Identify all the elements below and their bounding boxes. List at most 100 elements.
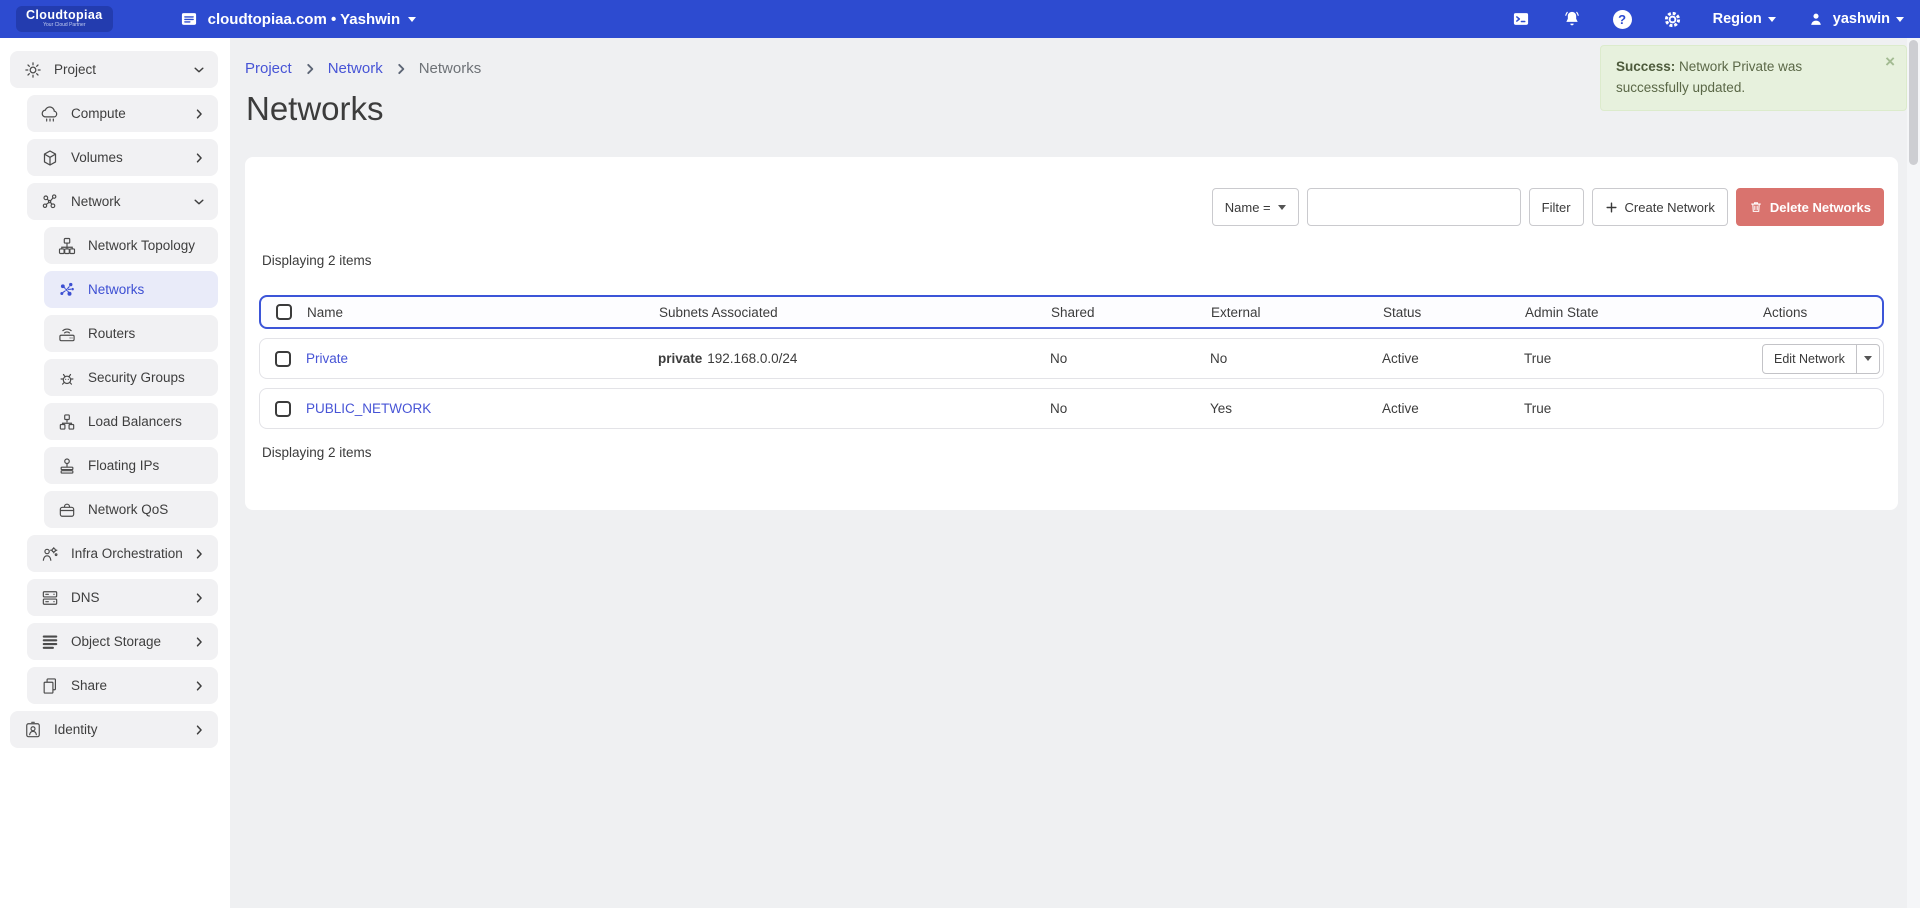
sidebar-item-label: Floating IPs — [88, 458, 206, 473]
sidebar-item-network[interactable]: Network — [27, 183, 218, 220]
create-network-label: Create Network — [1625, 200, 1715, 215]
chevron-down-icon — [1864, 356, 1872, 365]
plus-icon — [1605, 201, 1618, 214]
sidebar-item-project[interactable]: Project — [10, 51, 218, 88]
sidebar-item-compute[interactable]: Compute — [27, 95, 218, 132]
sidebar-item-identity[interactable]: Identity — [10, 711, 218, 748]
delete-networks-button[interactable]: Delete Networks — [1736, 188, 1884, 226]
chevron-down-icon — [408, 17, 416, 26]
column-header-actions: Actions — [1763, 305, 1882, 320]
row-checkbox[interactable] — [275, 401, 291, 417]
table-row: Private private192.168.0.0/24 No No Acti… — [259, 338, 1884, 379]
subnet-name: private — [658, 351, 702, 366]
chevron-right-icon — [192, 151, 206, 165]
column-header-name: Name — [307, 305, 659, 320]
column-header-status: Status — [1383, 305, 1525, 320]
scrollbar-thumb[interactable] — [1909, 40, 1918, 165]
alert-title: Success: — [1616, 59, 1675, 74]
stacked-bars-icon — [40, 632, 60, 652]
column-header-shared: Shared — [1051, 305, 1211, 320]
sidebar-item-routers[interactable]: Routers — [44, 315, 218, 352]
chevron-down-icon — [192, 63, 206, 77]
user-menu[interactable]: yashwin — [1806, 9, 1904, 30]
sidebar-item-label: Compute — [71, 106, 192, 121]
table-row: PUBLIC_NETWORK No Yes Active True — [259, 388, 1884, 429]
close-icon[interactable]: × — [1885, 53, 1895, 70]
filter-search-input[interactable] — [1307, 188, 1521, 226]
console-icon[interactable] — [1511, 9, 1532, 30]
sidebar-item-label: Project — [54, 62, 192, 77]
cell-external: Yes — [1210, 401, 1382, 416]
success-alert: Success: Network Private was successfull… — [1600, 45, 1907, 111]
brand-tagline: Your Cloud Partner — [26, 23, 103, 29]
sidebar-item-label: Share — [71, 678, 192, 693]
main-content: Success: Network Private was successfull… — [230, 38, 1920, 908]
cell-shared: No — [1050, 351, 1210, 366]
user-icon — [1806, 9, 1827, 30]
breadcrumb-network[interactable]: Network — [328, 60, 383, 77]
filter-button[interactable]: Filter — [1529, 188, 1584, 226]
sidebar-item-security-groups[interactable]: Security Groups — [44, 359, 218, 396]
topbar: Cloudtopiaa Your Cloud Partner cloudtopi… — [0, 0, 1920, 38]
floating-ip-icon — [57, 456, 77, 476]
sidebar-item-label: Volumes — [71, 150, 192, 165]
chevron-right-icon — [192, 591, 206, 605]
server-dns-icon — [40, 588, 60, 608]
table-toolbar: Name = Filter Create Network Delete Netw… — [259, 188, 1884, 226]
edit-network-button[interactable]: Edit Network — [1763, 345, 1856, 373]
network-name-link[interactable]: PUBLIC_NETWORK — [306, 401, 431, 416]
settings-gear-icon[interactable] — [1662, 9, 1683, 30]
column-header-subnets: Subnets Associated — [659, 305, 1051, 320]
chevron-down-icon — [1896, 17, 1904, 26]
subnet-cidr: 192.168.0.0/24 — [707, 351, 797, 366]
domain-project-switcher[interactable]: cloudtopiaa.com • Yashwin — [179, 9, 417, 30]
sidebar-item-label: Object Storage — [71, 634, 192, 649]
breadcrumb-separator-icon — [303, 62, 317, 76]
select-all-checkbox[interactable] — [276, 304, 292, 320]
cell-status: Active — [1382, 401, 1524, 416]
sidebar-item-load-balancers[interactable]: Load Balancers — [44, 403, 218, 440]
identity-badge-icon — [23, 720, 43, 740]
sidebar-item-object-storage[interactable]: Object Storage — [27, 623, 218, 660]
help-icon[interactable]: ? — [1613, 10, 1632, 29]
column-header-external: External — [1211, 305, 1383, 320]
topology-sitemap-icon — [57, 236, 77, 256]
row-checkbox[interactable] — [275, 351, 291, 367]
chevron-right-icon — [192, 723, 206, 737]
chevron-right-icon — [192, 635, 206, 649]
router-icon — [57, 324, 77, 344]
cell-admin-state: True — [1524, 351, 1762, 366]
filter-field-label: Name = — [1225, 200, 1271, 215]
copy-documents-icon — [40, 676, 60, 696]
filter-field-select[interactable]: Name = — [1212, 188, 1299, 226]
sidebar-item-infra-orchestration[interactable]: Infra Orchestration — [27, 535, 218, 572]
breadcrumb-project[interactable]: Project — [245, 60, 292, 77]
region-menu[interactable]: Region — [1713, 11, 1776, 27]
notifications-bell-icon[interactable] — [1562, 9, 1583, 30]
chevron-right-icon — [192, 679, 206, 693]
sidebar-item-label: Network Topology — [88, 238, 206, 253]
sidebar-item-volumes[interactable]: Volumes — [27, 139, 218, 176]
sidebar-item-floating-ips[interactable]: Floating IPs — [44, 447, 218, 484]
brand-logo[interactable]: Cloudtopiaa Your Cloud Partner — [16, 6, 113, 32]
chevron-right-icon — [192, 107, 206, 121]
network-name-link[interactable]: Private — [306, 351, 348, 366]
person-gear-icon — [40, 544, 60, 564]
sidebar-item-dns[interactable]: DNS — [27, 579, 218, 616]
sidebar-item-networks[interactable]: Networks — [44, 271, 218, 308]
row-actions: Edit Network — [1762, 344, 1880, 374]
sidebar-item-network-qos[interactable]: Network QoS — [44, 491, 218, 528]
breadcrumb-separator-icon — [394, 62, 408, 76]
create-network-button[interactable]: Create Network — [1592, 188, 1728, 226]
networks-panel: Name = Filter Create Network Delete Netw… — [245, 157, 1898, 510]
sidebar-item-share[interactable]: Share — [27, 667, 218, 704]
trash-icon — [1749, 200, 1763, 214]
scrollbar[interactable] — [1907, 38, 1920, 908]
sidebar-item-network-topology[interactable]: Network Topology — [44, 227, 218, 264]
chevron-down-icon — [1278, 205, 1286, 214]
project-gear-icon — [23, 60, 43, 80]
actions-dropdown-toggle[interactable] — [1856, 345, 1879, 373]
delete-networks-label: Delete Networks — [1770, 200, 1871, 215]
network-nodes-icon — [40, 192, 60, 212]
sidebar-item-label: Networks — [88, 282, 206, 297]
